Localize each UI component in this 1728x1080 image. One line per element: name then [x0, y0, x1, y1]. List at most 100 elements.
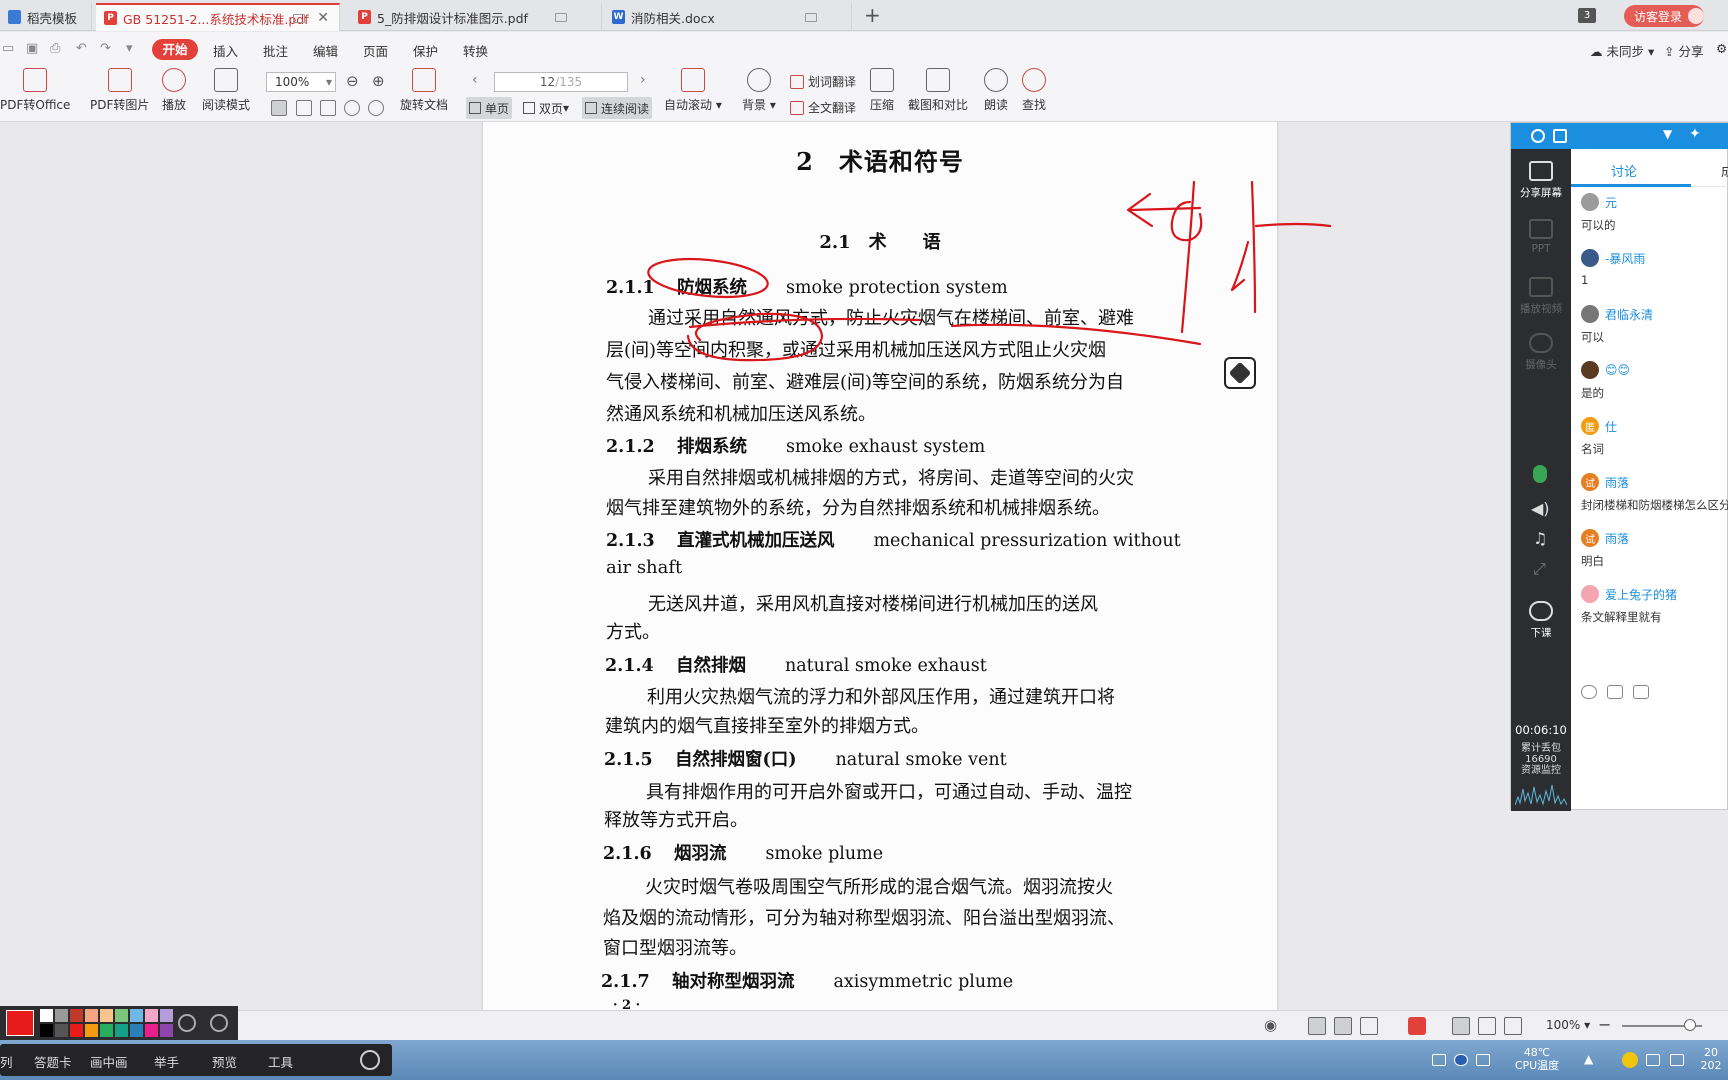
menu-edit[interactable]: 编辑: [313, 41, 338, 60]
read-mode-button[interactable]: 阅读模式: [202, 68, 250, 113]
color-swatch[interactable]: [160, 1009, 173, 1022]
fullscreen-icon[interactable]: ⤢: [1533, 559, 1546, 579]
pdf-page[interactable]: 2 术语和符号 2.1 术 语 2.1.1 防烟系统 smoke protect…: [483, 122, 1277, 1010]
menu-convert[interactable]: 转换: [463, 41, 488, 60]
compress-button[interactable]: 压缩: [870, 68, 894, 113]
new-tab-icon[interactable]: +: [864, 3, 881, 27]
color-swatch[interactable]: [85, 1009, 98, 1022]
chat-sender[interactable]: 匿仕: [1581, 417, 1617, 435]
ppt-button[interactable]: PPT: [1511, 219, 1571, 255]
end-class-button[interactable]: 下课: [1511, 601, 1571, 640]
emoji-icon[interactable]: [1581, 685, 1597, 699]
security-icon[interactable]: [1622, 1052, 1638, 1068]
class-tool-tools[interactable]: 工具: [268, 1052, 293, 1071]
double-page-button[interactable]: 双页 ▾: [520, 97, 572, 119]
color-swatch[interactable]: [115, 1009, 128, 1022]
continuous-view-icon[interactable]: [1308, 1017, 1326, 1035]
help-icon[interactable]: [1454, 1054, 1468, 1066]
power-icon[interactable]: [210, 1014, 228, 1032]
play-button[interactable]: 播放: [162, 68, 186, 113]
clock[interactable]: 20 202: [1694, 1046, 1728, 1072]
eye-care-icon[interactable]: ◉: [1264, 1016, 1277, 1034]
image-icon[interactable]: [1633, 685, 1649, 699]
find-button[interactable]: 查找: [1022, 68, 1046, 113]
color-swatch[interactable]: [115, 1024, 128, 1037]
color-swatch[interactable]: [100, 1024, 113, 1037]
color-swatch[interactable]: [85, 1024, 98, 1037]
auto-scroll-button[interactable]: 自动滚动 ▾: [664, 68, 722, 113]
keyboard-icon[interactable]: [1432, 1054, 1446, 1066]
actual-size-icon[interactable]: [1452, 1017, 1470, 1035]
undo-icon[interactable]: ↶: [76, 42, 90, 56]
color-swatch[interactable]: [130, 1024, 143, 1037]
color-swatch[interactable]: [160, 1024, 173, 1037]
color-swatch[interactable]: [70, 1024, 83, 1037]
fit-width-icon[interactable]: [320, 100, 336, 116]
rotate-left-icon[interactable]: [344, 100, 360, 116]
popout-icon[interactable]: [1553, 129, 1567, 143]
play-video-button[interactable]: 播放视频: [1511, 277, 1571, 316]
class-tool-answer-card[interactable]: 答题卡: [34, 1052, 72, 1071]
camera-button[interactable]: 摄像头: [1511, 333, 1571, 372]
share-screen-button[interactable]: 分享屏幕: [1511, 161, 1571, 200]
tab-members[interactable]: 成: [1721, 161, 1728, 180]
scissors-icon[interactable]: [1607, 685, 1623, 699]
fit-page-icon[interactable]: [296, 100, 312, 116]
single-page-button[interactable]: 单页: [466, 97, 513, 119]
tab-discussion[interactable]: 讨论: [1611, 161, 1637, 180]
zoom-out-icon[interactable]: ⊖: [346, 72, 359, 90]
double-view-icon[interactable]: [1360, 1017, 1378, 1035]
class-tool-preview[interactable]: 预览: [212, 1052, 237, 1071]
color-swatch[interactable]: [145, 1024, 158, 1037]
chat-sender[interactable]: 试雨落: [1581, 473, 1629, 491]
collapse-icon[interactable]: ▼: [1663, 127, 1672, 141]
volume-icon[interactable]: [1646, 1054, 1660, 1066]
screenshot-compare-button[interactable]: 截图和对比: [908, 68, 968, 113]
zoom-level[interactable]: 100% ▾: [1546, 1018, 1590, 1032]
tab-smoke-pdf[interactable]: P 5_防排烟设计标准图示.pdf: [350, 3, 602, 31]
pdf-to-office-button[interactable]: PDF转Office: [0, 68, 70, 113]
monitor-icon[interactable]: [555, 12, 567, 22]
color-swatch[interactable]: [40, 1024, 53, 1037]
zoom-slider-knob[interactable]: [1684, 1019, 1696, 1031]
dropdown-icon[interactable]: ▾: [126, 42, 140, 56]
network-icon[interactable]: [1670, 1054, 1684, 1066]
current-color-swatch[interactable]: [6, 1010, 34, 1036]
color-swatch[interactable]: [130, 1009, 143, 1022]
open-icon[interactable]: ▭: [2, 42, 16, 56]
color-swatch[interactable]: [55, 1009, 68, 1022]
single-view-icon[interactable]: [1334, 1017, 1352, 1035]
tray-arrow-icon[interactable]: [1476, 1054, 1490, 1066]
class-tool-raise-hand[interactable]: 举手: [154, 1052, 179, 1071]
rotate-doc-button[interactable]: 旋转文档: [400, 68, 448, 113]
undo-icon[interactable]: [178, 1014, 196, 1032]
show-hidden-icon[interactable]: ▲: [1584, 1052, 1593, 1066]
color-swatch[interactable]: [40, 1009, 53, 1022]
class-tool-pip[interactable]: 画中画: [90, 1052, 128, 1071]
chat-sender[interactable]: 爱上兔子的猪: [1581, 585, 1677, 603]
menu-insert[interactable]: 插入: [213, 41, 238, 60]
color-swatch[interactable]: [70, 1009, 83, 1022]
pin-icon[interactable]: ✦: [1689, 126, 1701, 142]
play-slideshow-icon[interactable]: [1408, 1017, 1426, 1035]
continuous-read-button[interactable]: 连续阅读: [582, 97, 653, 119]
chat-sender[interactable]: 😊😊: [1581, 361, 1630, 379]
menu-page[interactable]: 页面: [363, 41, 388, 60]
monitor-icon[interactable]: [805, 12, 817, 22]
zoom-out-icon[interactable]: −: [1598, 1015, 1611, 1034]
tab-daoke[interactable]: 稻壳模板: [0, 3, 92, 31]
redo-icon[interactable]: ↷: [100, 42, 114, 56]
menu-annotate[interactable]: 批注: [263, 41, 288, 60]
power-icon[interactable]: [360, 1050, 380, 1070]
tab-docx[interactable]: W 消防相关.docx: [604, 3, 852, 31]
zoom-in-icon[interactable]: ⊕: [372, 72, 385, 90]
chat-sender[interactable]: 试雨落: [1581, 529, 1629, 547]
music-icon[interactable]: ♫: [1533, 529, 1547, 548]
chat-sender[interactable]: -暴风雨: [1581, 249, 1645, 267]
color-swatch[interactable]: [55, 1024, 68, 1037]
full-translate-button[interactable]: 全文翻译: [790, 99, 856, 116]
zoom-select[interactable]: 100% ▾: [266, 72, 336, 92]
color-swatch[interactable]: [145, 1009, 158, 1022]
prev-page-icon[interactable]: ‹: [472, 72, 478, 88]
word-translate-button[interactable]: 划词翻译: [790, 73, 856, 90]
